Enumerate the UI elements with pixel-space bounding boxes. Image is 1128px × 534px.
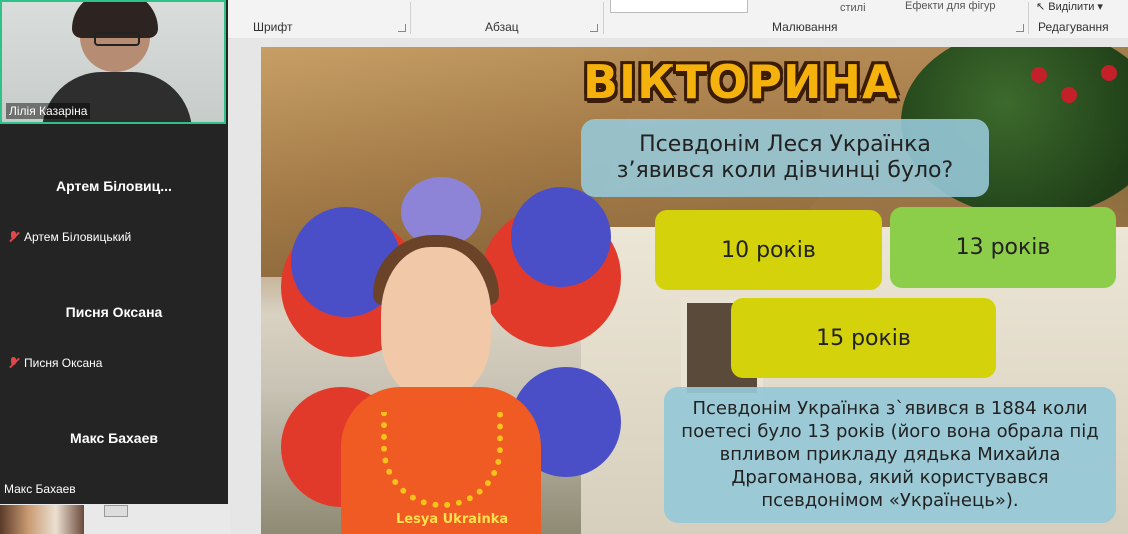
quick-styles-button[interactable]: стилі (840, 2, 866, 14)
microphone-muted-icon (8, 231, 20, 243)
paragraph-dialog-launcher-icon[interactable] (590, 24, 598, 32)
ribbon-divider (1028, 2, 1029, 34)
participant-tile-name[interactable]: Артем Біловиц... (0, 178, 228, 194)
quiz-title: ВІКТОРИНА (583, 55, 899, 109)
slide-thumbnail[interactable] (0, 505, 84, 534)
portrait-face (381, 247, 491, 397)
font-group-label: Шрифт (253, 20, 293, 34)
participant-mute-label: Артем Біловицький (8, 230, 131, 244)
scrollbar-button[interactable] (104, 505, 128, 517)
editing-group-label: Редагування (1038, 20, 1109, 34)
paragraph-group-label: Абзац (485, 20, 519, 34)
poster-caption: Lesya Ukrainka (396, 512, 509, 527)
video-participants-panel: Лілія Казаріна Артем Біловиц... Артем Бі… (0, 0, 228, 504)
explanation-box: Псевдонім Українка з`явився в 1884 коли … (664, 387, 1116, 523)
participant-name-label: Макс Бахаев (4, 482, 76, 496)
lesya-ukrainka-illustration: Lesya Ukrainka (281, 177, 626, 534)
ribbon-divider (603, 2, 604, 34)
active-speaker-video-tile[interactable]: Лілія Казаріна (0, 0, 226, 124)
shapes-gallery[interactable] (610, 0, 748, 13)
quiz-slide: Lesya Ukrainka ВІКТОРИНА Псевдонім Леся … (261, 47, 1128, 534)
berry-decoration (1031, 67, 1047, 83)
question-box: Псевдонім Леся Українка з’явився коли ді… (581, 119, 989, 197)
drawing-dialog-launcher-icon[interactable] (1016, 24, 1024, 32)
cornflower (511, 187, 611, 287)
ribbon-divider (410, 2, 411, 34)
participant-name-label: Лілія Казаріна (6, 103, 91, 119)
participant-mute-label: Писня Оксана (8, 356, 102, 370)
participant-tile-name[interactable]: Макс Бахаев (0, 430, 228, 446)
drawing-group-label: Малювання (772, 20, 838, 34)
berry-decoration (1101, 65, 1117, 81)
microphone-muted-icon (8, 357, 20, 369)
answer-option-1[interactable]: 10 років (655, 210, 882, 290)
shape-effects-button[interactable]: Ефекти для фігур (905, 0, 996, 12)
font-dialog-launcher-icon[interactable] (398, 24, 406, 32)
answer-option-2[interactable]: 13 років (890, 207, 1116, 288)
participant-tile-name[interactable]: Писня Оксана (0, 304, 228, 320)
berry-decoration (1061, 87, 1077, 103)
participant-name-label: Артем Біловицький (24, 230, 132, 244)
participant-name-label: Писня Оксана (24, 356, 103, 370)
select-button[interactable]: ↖ Виділити ▾ (1036, 0, 1103, 13)
glasses-icon (94, 32, 140, 46)
answer-option-3[interactable]: 15 років (731, 298, 996, 378)
